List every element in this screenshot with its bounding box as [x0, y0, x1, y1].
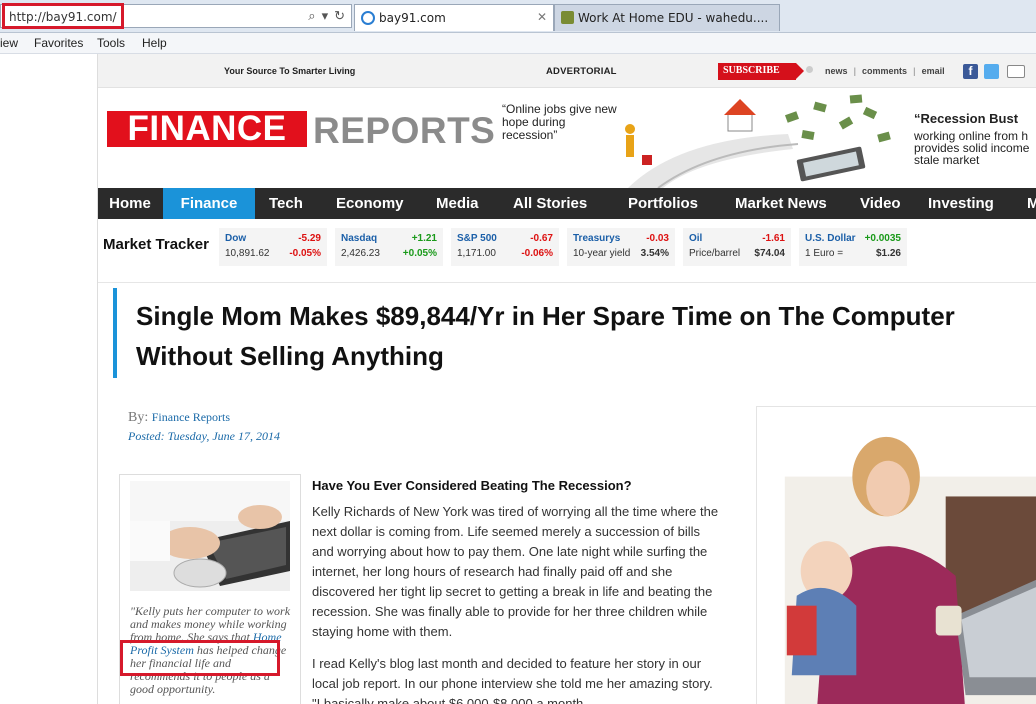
ticker-oil[interactable]: Oil -1.61 Price/barrel $74.04 — [683, 228, 791, 266]
ticker-percent: +0.05% — [402, 248, 437, 259]
news-link[interactable]: news — [825, 66, 848, 76]
menu-help[interactable]: Help — [142, 36, 167, 50]
byline: By: Finance Reports — [128, 410, 230, 426]
bullet-icon — [806, 66, 813, 73]
nav-economy[interactable]: Economy — [336, 188, 404, 219]
masthead-quote-2-title: “Recession Bust — [914, 111, 1019, 126]
ticker-change: +0.0035 — [864, 233, 901, 244]
logo-reports[interactable]: REPORTS — [313, 110, 495, 152]
author-link[interactable]: Finance Reports — [152, 410, 230, 424]
menu-tools[interactable]: Tools — [97, 36, 125, 50]
ticker-level: 10-year yield — [573, 248, 631, 259]
nav-video[interactable]: Video — [860, 188, 901, 219]
nav-home[interactable]: Home — [98, 188, 162, 219]
tab-bay91[interactable]: bay91.com ✕ — [354, 4, 554, 31]
link-highlight-box — [120, 640, 280, 676]
advertorial-label: ADVERTORIAL — [546, 66, 617, 77]
comments-link[interactable]: comments — [862, 66, 907, 76]
ie-icon — [361, 11, 375, 25]
article-subhead: Have You Ever Considered Beating The Rec… — [312, 478, 632, 493]
market-tracker-title: Market Tracker — [103, 236, 209, 253]
market-tracker: Market Tracker Dow -5.29 10,891.62 -0.05… — [98, 224, 1036, 270]
nav-media[interactable]: Media — [436, 188, 479, 219]
ticker-name: Dow — [225, 233, 247, 244]
email-icon[interactable] — [1007, 65, 1025, 78]
tab-label: bay91.com — [379, 11, 446, 25]
ticker-change: +1.21 — [411, 233, 437, 244]
nav-tech[interactable]: Tech — [269, 188, 303, 219]
ticker-dow[interactable]: Dow -5.29 10,891.62 -0.05% — [219, 228, 327, 266]
chevron-down-icon[interactable]: ▾ — [322, 8, 329, 24]
email-link[interactable]: email — [922, 66, 945, 76]
ticker-change: -0.03 — [646, 233, 669, 244]
ticker-name: Oil — [689, 233, 703, 244]
facebook-icon[interactable]: f — [963, 64, 978, 79]
menu-bar: iew Favorites Tools Help — [0, 33, 1036, 54]
ticker-percent: 3.54% — [640, 248, 669, 259]
browser-toolbar: http://bay91.com/ ⌕ ▾ ↻ bay91.com ✕ Work… — [0, 0, 1036, 33]
main-nav: Home Finance Tech Economy Media All Stor… — [98, 188, 1036, 219]
ticker-level: 1,171.00 — [457, 248, 496, 259]
nav-investing[interactable]: Investing — [928, 188, 994, 219]
top-strip: Your Source To Smarter Living ADVERTORIA… — [98, 54, 1036, 88]
menu-favorites[interactable]: Favorites — [34, 36, 83, 50]
site-favicon-icon — [561, 11, 574, 24]
ticker-level: 2,426.23 — [341, 248, 380, 259]
tab-wahedu[interactable]: Work At Home EDU - wahedu.... — [554, 4, 780, 31]
article-headline: Single Mom Makes $89,844/Yr in Her Spare… — [136, 296, 1016, 376]
posted-date: Posted: Tuesday, June 17, 2014 — [128, 429, 280, 443]
tab-label: Work At Home EDU - wahedu.... — [578, 11, 769, 25]
address-icons: ⌕ ▾ ↻ — [308, 8, 345, 24]
article-paragraph-2: I read Kelly's blog last month and decid… — [312, 656, 713, 704]
typing-hands-image — [130, 481, 290, 591]
ticker-percent: -0.05% — [289, 248, 321, 259]
headline-accent-bar — [113, 288, 117, 378]
article-body: Have You Ever Considered Beating The Rec… — [312, 476, 722, 704]
ticker-percent: -0.06% — [521, 248, 553, 259]
web-page: Your Source To Smarter Living ADVERTORIA… — [97, 54, 1036, 704]
masthead: FINANCE REPORTS “Online jobs give new ho… — [98, 89, 1036, 188]
twitter-icon[interactable] — [984, 64, 999, 79]
ticker-name: Nasdaq — [341, 233, 378, 244]
nav-market-news[interactable]: Market News — [735, 188, 827, 219]
headline-line-1: Single Mom Makes $89,844/Yr in Her Spare… — [136, 301, 955, 331]
ticker-name: Treasurys — [573, 233, 621, 244]
nav-more[interactable]: M — [1027, 188, 1036, 219]
article-paragraph-1: Kelly Richards of New York was tired of … — [312, 504, 719, 639]
nav-all-stories[interactable]: All Stories — [513, 188, 587, 219]
ticker-us-dollar[interactable]: U.S. Dollar +0.0035 1 Euro = $1.26 — [799, 228, 907, 266]
refresh-icon[interactable]: ↻ — [334, 8, 345, 24]
mother-with-baby-photo — [756, 406, 1036, 704]
ticker-level: Price/barrel — [689, 248, 741, 259]
by-label: By: — [128, 410, 149, 425]
top-links: news | comments | email — [806, 66, 945, 76]
masthead-quote-2-body: working online from h provides solid inc… — [914, 129, 1030, 167]
divider — [98, 282, 1036, 283]
ticker-name: U.S. Dollar — [805, 233, 856, 244]
masthead-quote: “Online jobs give new hope during recess… — [502, 102, 617, 142]
ticker-name: S&P 500 — [457, 233, 497, 244]
ticker-change: -5.29 — [298, 233, 321, 244]
ticker-level: 10,891.62 — [225, 248, 270, 259]
ticker-change: -1.61 — [762, 233, 785, 244]
ticker-percent: $74.04 — [754, 248, 785, 259]
search-icon[interactable]: ⌕ — [308, 8, 315, 24]
ticker-nasdaq[interactable]: Nasdaq +1.21 2,426.23 +0.05% — [335, 228, 443, 266]
ticker-level: 1 Euro = — [805, 248, 844, 259]
subscribe-button[interactable]: SUBSCRIBE — [718, 63, 804, 80]
masthead-illustration — [625, 94, 891, 188]
address-highlight-box — [2, 3, 124, 29]
ticker-treasurys[interactable]: Treasurys -0.03 10-year yield 3.54% — [567, 228, 675, 266]
menu-view[interactable]: iew — [0, 36, 18, 50]
close-icon[interactable]: ✕ — [537, 10, 547, 24]
ticker-percent: $1.26 — [875, 248, 901, 259]
headline-line-2: Without Selling Anything — [136, 341, 444, 371]
nav-portfolios[interactable]: Portfolios — [628, 188, 698, 219]
logo-finance[interactable]: FINANCE — [107, 111, 307, 147]
site-tagline: Your Source To Smarter Living — [224, 66, 356, 76]
ticker-change: -0.67 — [530, 233, 553, 244]
nav-finance[interactable]: Finance — [163, 188, 255, 219]
ticker-sp500[interactable]: S&P 500 -0.67 1,171.00 -0.06% — [451, 228, 559, 266]
